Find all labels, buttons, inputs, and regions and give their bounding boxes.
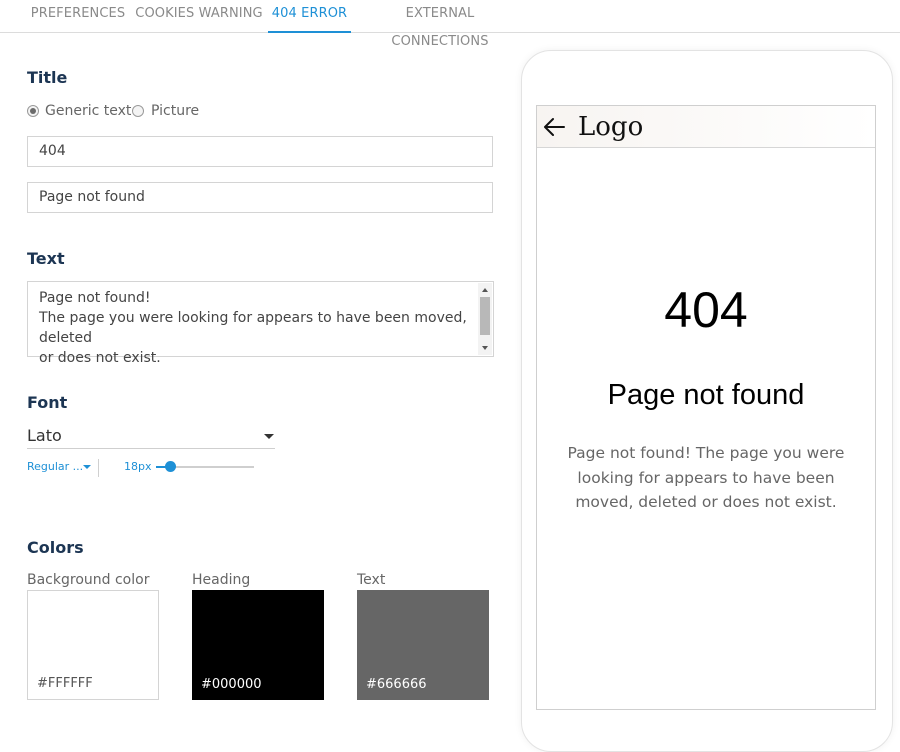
picture-radio[interactable] xyxy=(132,105,144,117)
tab-preferences[interactable]: PREFERENCES xyxy=(26,0,130,31)
heading-color-swatch[interactable]: #000000 xyxy=(192,590,324,700)
tab-external-connections[interactable]: EXTERNAL CONNECTIONS xyxy=(356,0,524,49)
heading-color-label: Heading xyxy=(192,572,251,588)
preview-title: 404 xyxy=(664,282,748,338)
message-textarea-content[interactable]: Page not found! The page you were lookin… xyxy=(39,288,474,368)
scroll-down-arrow-icon[interactable] xyxy=(482,346,488,350)
tab-bar: PREFERENCES COOKIES WARNING 404 ERROR EX… xyxy=(0,0,900,49)
font-weight-select[interactable]: Regular ... xyxy=(27,459,99,477)
scrollbar-thumb[interactable] xyxy=(480,297,490,335)
font-weight-value: Regular ... xyxy=(27,460,84,473)
preview-message: Page not found! The page you were lookin… xyxy=(567,444,845,511)
subtitle-input[interactable]: Page not found xyxy=(27,182,493,213)
message-textarea[interactable]: Page not found! The page you were lookin… xyxy=(27,281,494,366)
tab-404-error[interactable]: 404 ERROR xyxy=(268,0,351,33)
heading-color-hex: #000000 xyxy=(201,677,262,692)
preview-subtitle: Page not found xyxy=(607,379,805,411)
colors-section-heading: Colors xyxy=(27,538,84,557)
title-section-heading: Title xyxy=(27,68,68,87)
font-section-heading: Font xyxy=(27,393,68,412)
text-section-heading: Text xyxy=(27,249,65,268)
background-color-swatch[interactable]: #FFFFFF xyxy=(27,590,159,700)
font-family-value: Lato xyxy=(27,426,62,445)
chevron-down-icon[interactable] xyxy=(264,434,274,439)
textarea-scrollbar[interactable] xyxy=(478,283,492,355)
background-color-hex: #FFFFFF xyxy=(37,676,93,691)
scroll-up-arrow-icon[interactable] xyxy=(482,288,488,292)
text-color-label: Text xyxy=(357,572,386,588)
generic-text-radio-label[interactable]: Generic text xyxy=(45,102,131,120)
arrow-left-icon[interactable] xyxy=(542,111,568,141)
font-size-slider-handle[interactable] xyxy=(165,461,177,472)
preview-header: Logo xyxy=(537,106,875,148)
preview-logo: Logo xyxy=(578,112,644,142)
title-input[interactable]: 404 xyxy=(27,136,493,167)
font-size-label: 18px xyxy=(124,460,152,473)
generic-text-radio[interactable] xyxy=(27,105,39,117)
picture-radio-label[interactable]: Picture xyxy=(151,102,199,120)
text-color-swatch[interactable]: #666666 xyxy=(357,590,489,700)
tab-cookies-warning[interactable]: COOKIES WARNING xyxy=(134,0,264,31)
preview-screen: Logo 404 Page not found Page not found! … xyxy=(536,105,876,710)
chevron-down-icon[interactable] xyxy=(83,465,91,469)
text-color-hex: #666666 xyxy=(366,677,427,692)
background-color-label: Background color xyxy=(27,572,150,588)
font-family-select[interactable]: Lato xyxy=(27,426,275,449)
